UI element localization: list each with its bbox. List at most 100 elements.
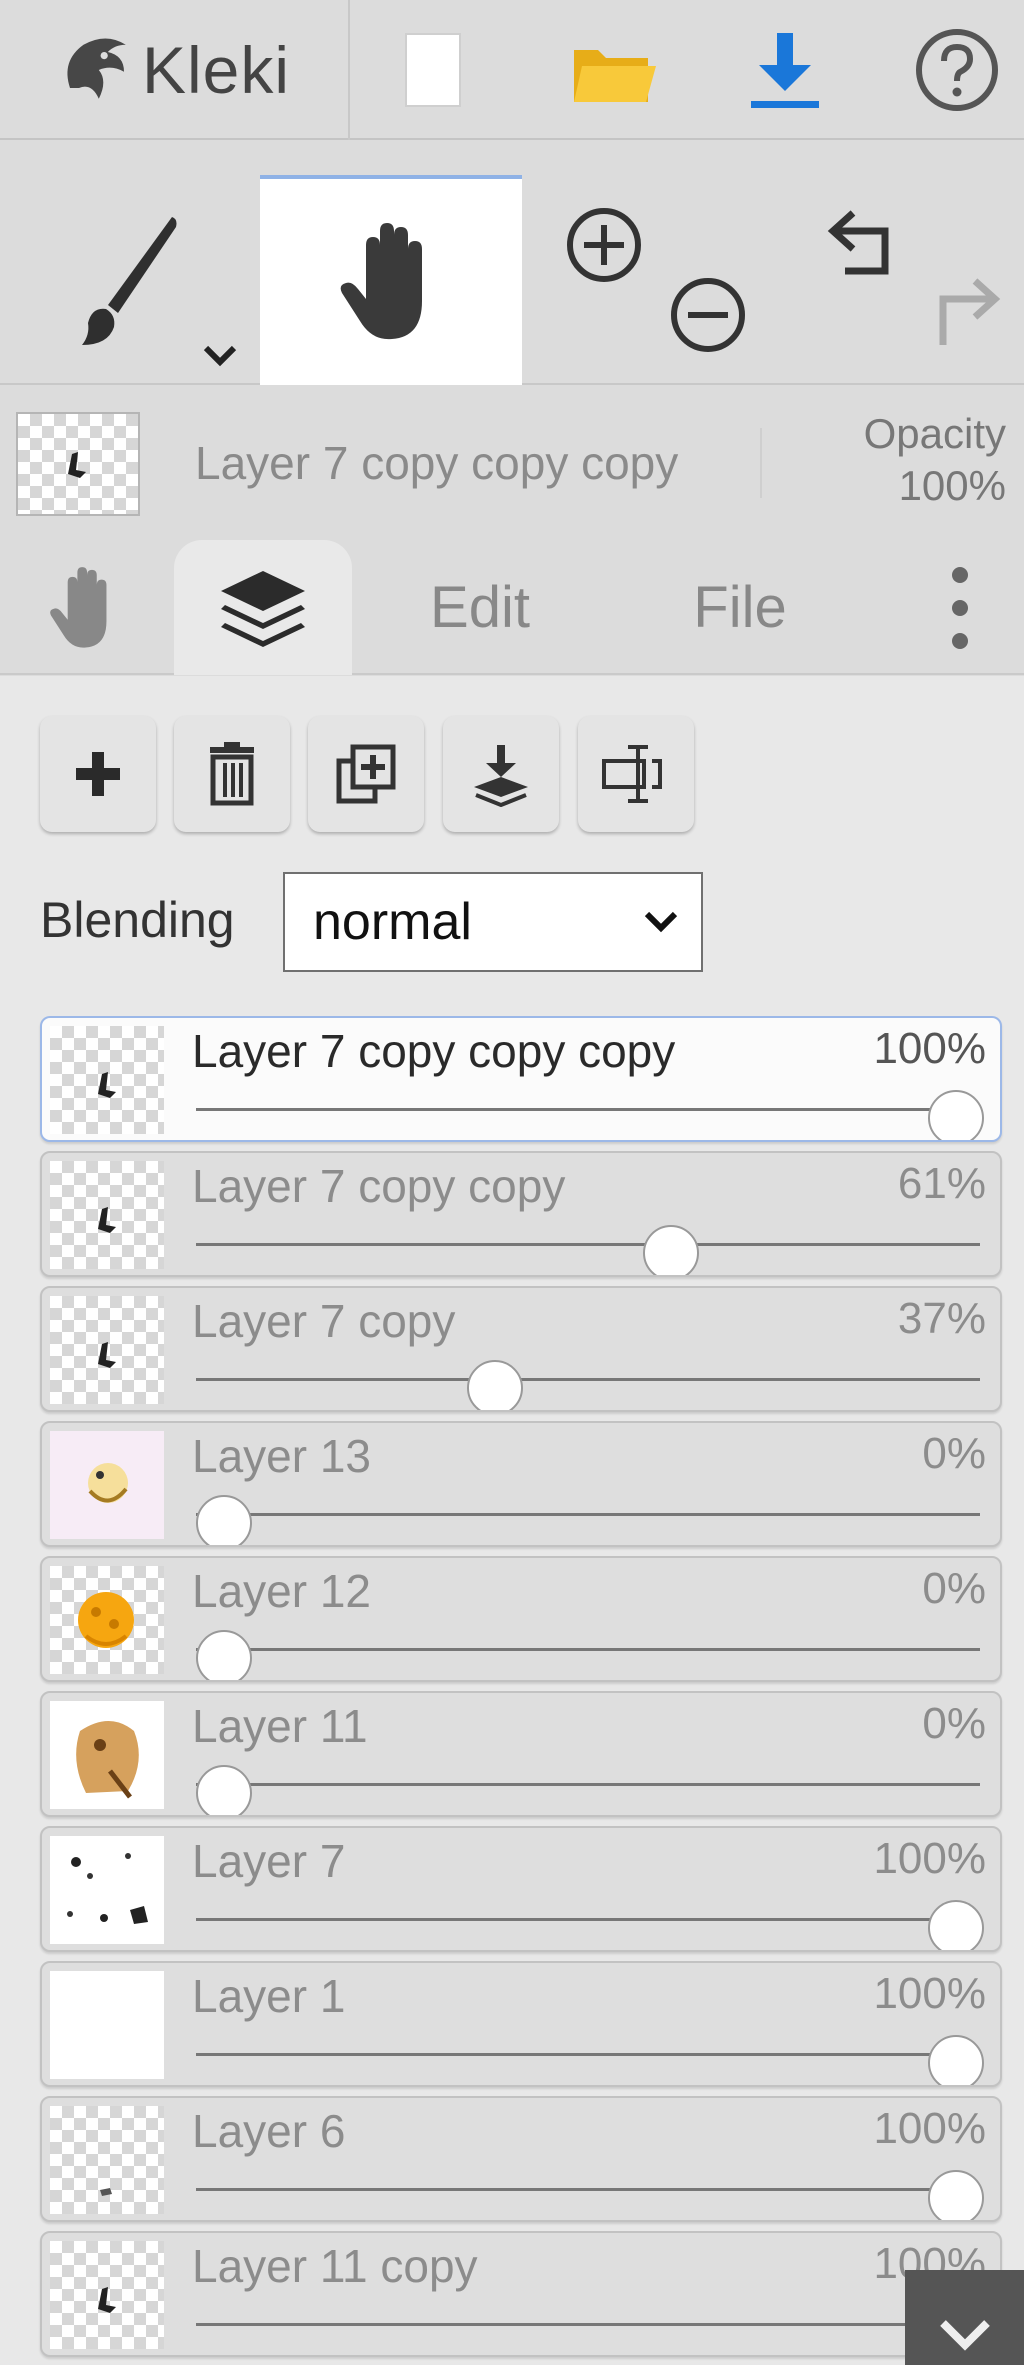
layer-row[interactable]: Layer 6 100%	[40, 2096, 1002, 2222]
layer-row[interactable]: Layer 11 copy 100%	[40, 2231, 1002, 2357]
layer-thumbnail	[50, 1836, 164, 1944]
layers-icon	[221, 570, 305, 647]
new-document-button[interactable]	[385, 22, 481, 118]
undo-button[interactable]	[818, 205, 908, 285]
layer-thumbnail	[50, 1296, 164, 1404]
divider	[760, 428, 762, 498]
zoom-out-button[interactable]	[660, 275, 756, 355]
more-vertical-icon	[952, 566, 968, 649]
help-button[interactable]	[909, 22, 1005, 118]
app-logo[interactable]: Kleki	[0, 0, 350, 140]
layer-opacity-slider-handle[interactable]	[642, 1225, 699, 1275]
layer-opacity-slider-handle[interactable]	[196, 1765, 252, 1815]
tab-edit[interactable]: Edit	[400, 540, 560, 675]
layer-row[interactable]: Layer 7 copy copy 61%	[40, 1151, 1002, 1277]
blending-select[interactable]: normal	[283, 872, 703, 972]
layer-opacity-slider-handle[interactable]	[928, 1090, 984, 1140]
zoom-in-button[interactable]	[556, 205, 652, 285]
merge-down-button[interactable]	[443, 716, 559, 832]
layer-thumbnail-art-icon	[50, 1836, 164, 1944]
layer-opacity-slider-handle[interactable]	[928, 2035, 984, 2085]
layer-opacity-slider-handle[interactable]	[466, 1360, 523, 1410]
layer-opacity-value: 61%	[897, 1159, 986, 1208]
duplicate-layer-button[interactable]	[308, 716, 424, 832]
duplicate-icon	[336, 744, 396, 804]
current-layer-thumbnail	[16, 412, 140, 516]
layer-name: Layer 7 copy copy	[192, 1160, 566, 1212]
layer-opacity-slider[interactable]	[196, 1243, 980, 1246]
blending-label: Blending	[40, 892, 235, 948]
new-document-icon	[405, 33, 461, 107]
open-file-button[interactable]	[565, 22, 661, 118]
layer-row[interactable]: Layer 7 copy 37%	[40, 1286, 1002, 1412]
layer-thumbnail-art-icon	[50, 1431, 164, 1539]
layer-opacity-slider[interactable]	[196, 2188, 980, 2191]
layer-thumbnail-mark-icon	[68, 452, 86, 478]
layer-opacity-slider-handle[interactable]	[928, 2170, 984, 2220]
save-button[interactable]	[737, 22, 833, 118]
more-options-button[interactable]	[920, 540, 1000, 675]
opacity-label: Opacity	[863, 410, 1006, 457]
undo-icon	[827, 210, 889, 275]
layer-thumbnail-art-icon	[50, 1971, 164, 2079]
layer-row[interactable]: Layer 7 100%	[40, 1826, 1002, 1952]
layer-thumbnail	[50, 2241, 164, 2349]
layer-opacity-value: 37%	[897, 1294, 986, 1343]
delete-layer-button[interactable]	[174, 716, 290, 832]
layer-thumbnail-art-icon	[98, 1342, 116, 1368]
hand-icon	[50, 566, 107, 648]
brush-icon	[82, 217, 177, 345]
layer-row[interactable]: Layer 13 0%	[40, 1421, 1002, 1547]
hand-tool[interactable]	[260, 175, 522, 385]
layer-row[interactable]: Layer 11 0%	[40, 1691, 1002, 1817]
layer-opacity-slider[interactable]	[196, 2323, 980, 2326]
layer-thumbnail-art-icon	[50, 1701, 164, 1809]
help-icon	[916, 29, 998, 111]
merge-down-icon	[474, 745, 528, 807]
app-name: Kleki	[142, 33, 291, 107]
layer-name: Layer 1	[192, 1970, 346, 2022]
layer-name: Layer 7 copy copy copy	[192, 1025, 676, 1077]
layer-thumbnail	[50, 1566, 164, 1674]
layer-opacity-slider-handle[interactable]	[196, 1495, 252, 1545]
redo-icon	[939, 278, 1001, 345]
layer-name: Layer 11	[192, 1700, 368, 1752]
rename-icon	[602, 745, 662, 803]
layer-opacity-slider[interactable]	[196, 2053, 980, 2056]
layer-opacity-slider[interactable]	[196, 1783, 980, 1786]
layers-panel: Blending normal Layer 7 copy copy copy 10…	[0, 676, 1024, 2365]
trash-icon	[210, 742, 254, 806]
current-layer-opacity[interactable]: Opacity 100%	[806, 408, 1006, 512]
current-layer-info: Layer 7 copy copy copy Opacity 100%	[0, 388, 1024, 538]
rename-layer-button[interactable]	[578, 716, 694, 832]
layer-thumbnail	[50, 1161, 164, 1269]
layer-row[interactable]: Layer 1 100%	[40, 1961, 1002, 2087]
layer-name: Layer 6	[192, 2105, 346, 2157]
layer-opacity-slider[interactable]	[196, 1648, 980, 1651]
layer-opacity-slider-handle[interactable]	[928, 1900, 984, 1950]
layer-thumbnail-art-icon	[98, 1072, 116, 1098]
add-layer-button[interactable]	[40, 716, 156, 832]
layer-row[interactable]: Layer 7 copy copy copy 100%	[40, 1016, 1002, 1142]
layer-opacity-slider[interactable]	[196, 1918, 980, 1921]
layer-opacity-slider-handle[interactable]	[196, 1630, 252, 1680]
zoom-out-icon	[671, 278, 745, 352]
top-bar: Kleki	[0, 0, 1024, 140]
layer-opacity-slider[interactable]	[196, 1108, 980, 1111]
layer-opacity-value: 100%	[873, 2104, 986, 2153]
layer-row[interactable]: Layer 12 0%	[40, 1556, 1002, 1682]
tab-hand[interactable]	[20, 540, 150, 675]
layer-thumbnail-art-icon	[100, 2188, 112, 2196]
redo-button[interactable]	[920, 273, 1010, 353]
tab-layers[interactable]	[174, 540, 352, 675]
layer-opacity-slider[interactable]	[196, 1378, 980, 1381]
layer-name: Layer 7	[192, 1835, 346, 1887]
layer-opacity-slider[interactable]	[196, 1513, 980, 1516]
scroll-down-button[interactable]	[905, 2270, 1024, 2365]
brush-tool[interactable]	[0, 175, 260, 385]
layer-thumbnail	[50, 1431, 164, 1539]
blending-value: normal	[313, 893, 472, 951]
opacity-value: 100%	[898, 462, 1006, 509]
layer-name: Layer 11 copy	[192, 2240, 478, 2292]
tab-file[interactable]: File	[660, 540, 820, 675]
